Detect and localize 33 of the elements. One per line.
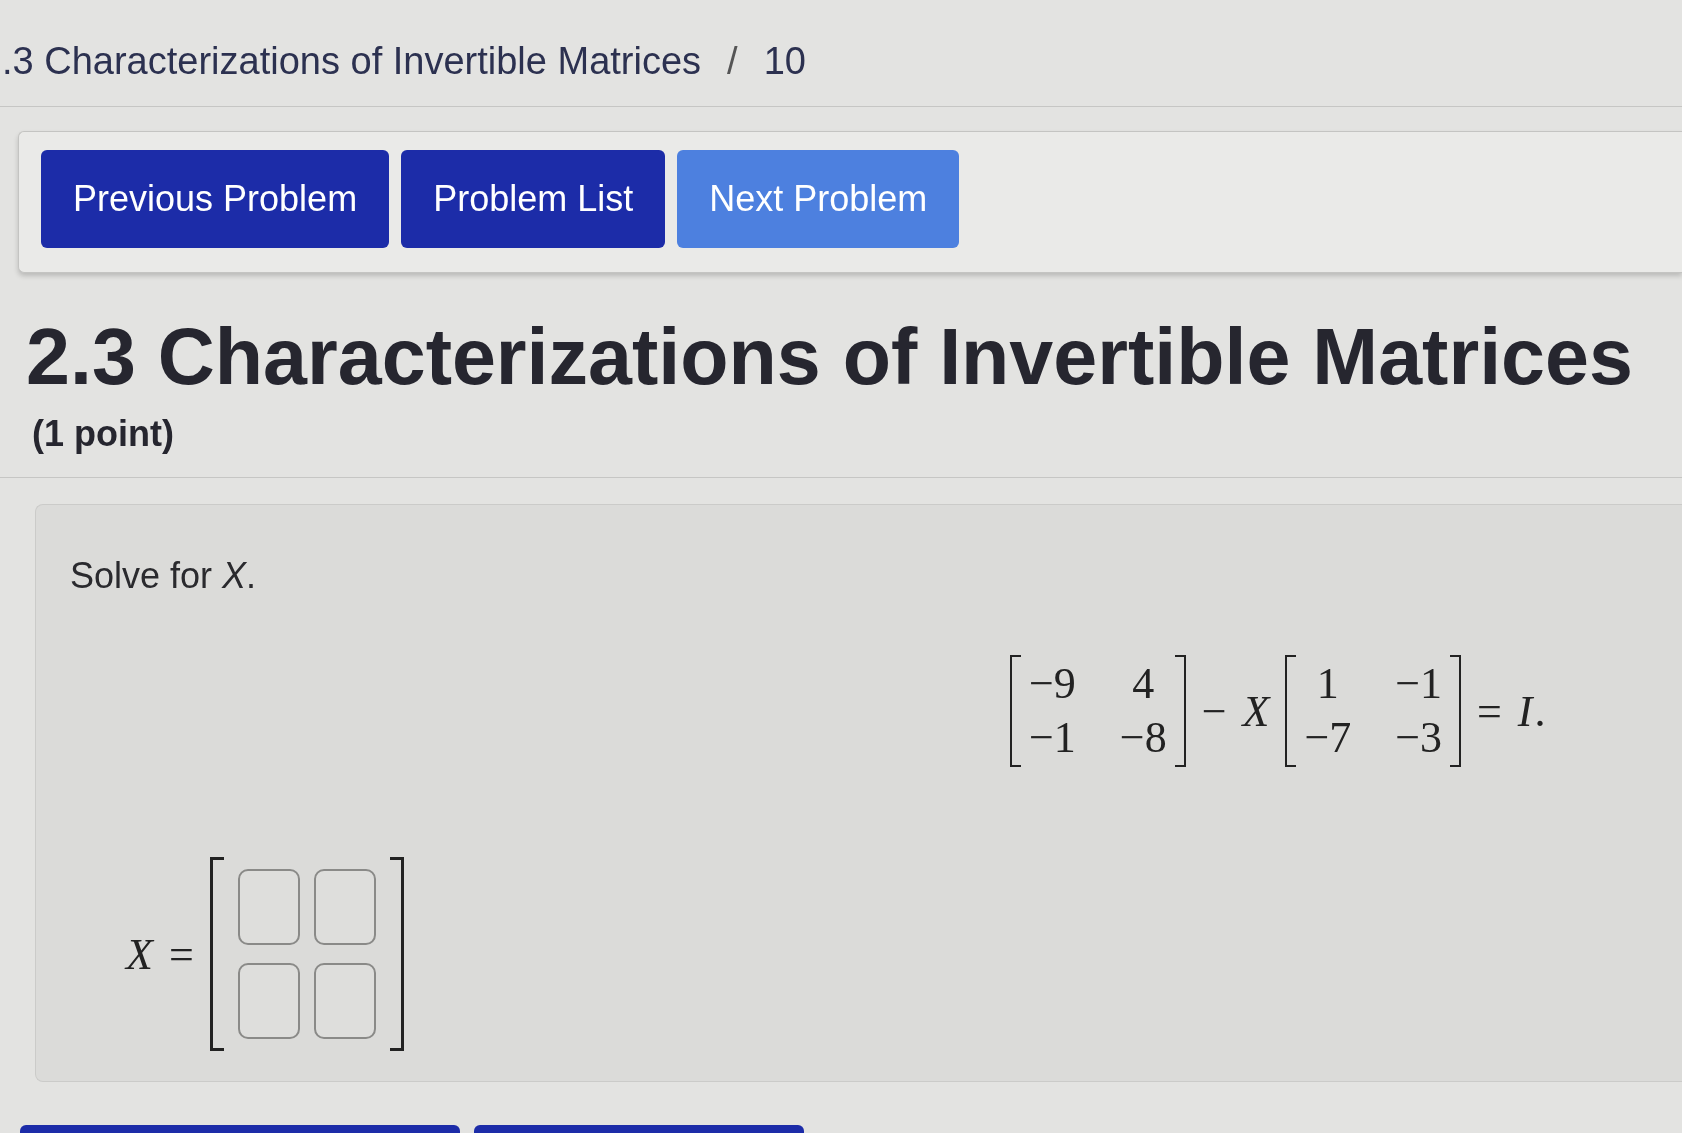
math-symbol: = xyxy=(1477,685,1502,737)
points-label: (1 point) xyxy=(32,413,174,454)
left-bracket-icon xyxy=(209,857,224,1051)
matrix-entry: 1 xyxy=(1315,659,1340,709)
matrix-entry: −3 xyxy=(1395,713,1443,763)
answer-field[interactable] xyxy=(313,963,376,1039)
math-punctuation: . xyxy=(1534,685,1546,737)
matrix-entry: −8 xyxy=(1119,713,1167,763)
nav-button[interactable]: Previous Problem xyxy=(41,150,390,248)
math-variable: I xyxy=(1517,685,1533,737)
problem-prompt: Solve for X. xyxy=(70,555,258,597)
breadcrumb-link[interactable]: .3 Characterizations of Invertible Matrices xyxy=(2,38,702,84)
problem-title: 2.3 Characterizations of Invertible Matrices xyxy=(26,311,1634,403)
math-variable: X xyxy=(1242,685,1270,737)
matrix-entry: −9 xyxy=(1029,659,1076,709)
left-bracket-icon xyxy=(1285,655,1297,767)
breadcrumb-separator: / xyxy=(727,39,738,84)
answer-field[interactable] xyxy=(313,869,376,945)
answer-field[interactable] xyxy=(237,869,300,945)
right-bracket-icon xyxy=(389,857,404,1051)
right-bracket-icon xyxy=(1174,655,1186,767)
matrix-entry: −1 xyxy=(1395,659,1443,709)
matrix-entry: −1 xyxy=(1029,713,1076,763)
breadcrumb-current: 10 xyxy=(763,39,806,84)
math-variable: X xyxy=(126,928,153,980)
matrix-entry: −7 xyxy=(1304,713,1352,763)
math-symbol: − xyxy=(1201,685,1227,737)
left-bracket-icon xyxy=(1010,655,1021,767)
math-symbol: = xyxy=(168,928,194,980)
nav-button[interactable]: Problem List xyxy=(401,150,666,248)
right-bracket-icon xyxy=(1450,655,1462,767)
answer-field[interactable] xyxy=(237,963,300,1039)
matrix-entry: 4 xyxy=(1131,659,1156,709)
